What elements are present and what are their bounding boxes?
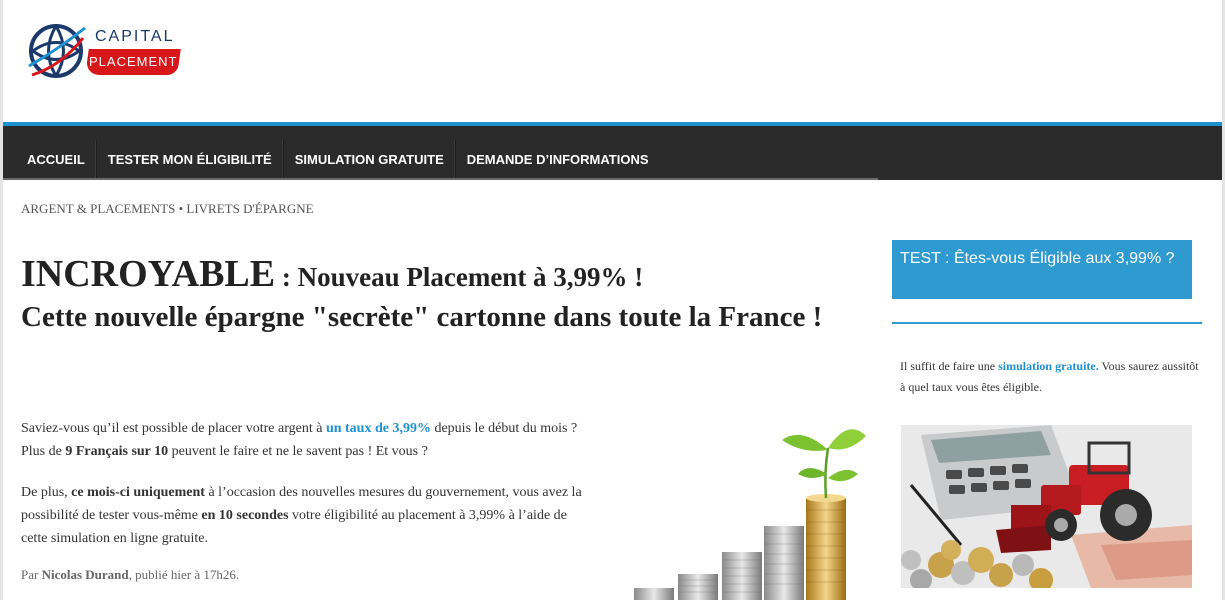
sidebar-text: Il suffit de faire une simulation gratui… (900, 359, 1199, 394)
title-main: : Nouveau Placement à 3,99% ! (275, 262, 644, 292)
page-frame-left (0, 0, 3, 600)
article-paragraph-2: De plus, ce mois-ci uniquement à l’occas… (21, 485, 582, 546)
article-paragraph-1: Saviez-vous qu’il est possible de placer… (21, 421, 578, 459)
rate-link[interactable]: un taux de 3,99% (326, 421, 431, 436)
nav-item-tester-eligibilite[interactable]: TESTER MON ÉLIGIBILITÉ (97, 140, 284, 180)
article-title: INCROYABLE : Nouveau Placement à 3,99% !… (21, 250, 841, 336)
simulation-link[interactable]: simulation gratuite. (998, 359, 1099, 373)
title-highlight: INCROYABLE (21, 253, 276, 295)
article-byline: Par Nicolas Durand, publié hier à 17h26. (21, 567, 240, 582)
nav-item-demande-informations[interactable]: DEMANDE D’INFORMATIONS (456, 140, 660, 180)
author-name: Nicolas Durand (41, 567, 129, 582)
nav-underline (3, 178, 878, 180)
stat-bold: 9 Français sur 10 (65, 444, 169, 459)
nav-item-accueil[interactable]: ACCUEIL (17, 140, 97, 180)
tractor-calculator-image[interactable] (901, 425, 1192, 588)
coins-plant-image (634, 429, 866, 600)
title-subtitle: Cette nouvelle épargne "secrète" cartonn… (21, 300, 823, 333)
main-nav: ACCUEIL TESTER MON ÉLIGIBILITÉ SIMULATIO… (3, 122, 1222, 180)
globe-icon (28, 24, 86, 78)
eligibility-test-box[interactable]: TEST : Êtes-vous Éligible aux 3,99% ? (892, 240, 1192, 299)
site-logo[interactable]: CAPITAL PLACEMENT (27, 20, 187, 82)
logo-text-capital: CAPITAL (95, 28, 175, 45)
logo-text-placement: PLACEMENT (85, 49, 181, 75)
sidebar-divider (892, 322, 1202, 324)
nav-item-simulation-gratuite[interactable]: SIMULATION GRATUITE (284, 140, 456, 180)
breadcrumb[interactable]: ARGENT & PLACEMENTS • LIVRETS D'ÉPARGNE (21, 201, 314, 217)
